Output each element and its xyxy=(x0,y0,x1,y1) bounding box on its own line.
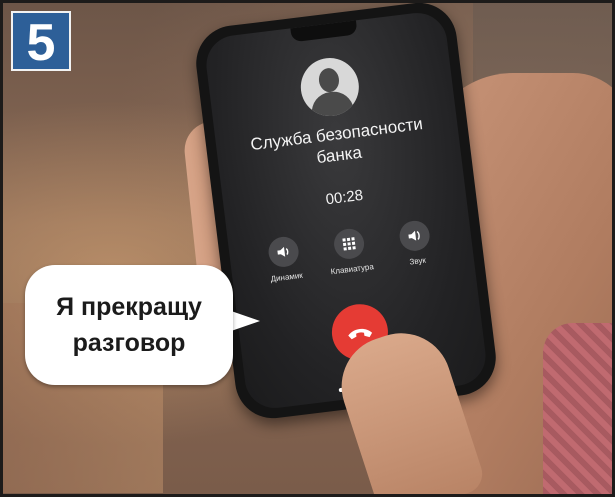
speaker-label: Динамик xyxy=(270,270,304,284)
speaker-control[interactable]: Динамик xyxy=(250,233,319,285)
sound-control[interactable]: Звук xyxy=(381,217,450,269)
sweater-sleeve xyxy=(543,323,612,494)
speech-line-2: разговор xyxy=(72,329,186,357)
call-timer: 00:28 xyxy=(324,186,365,209)
sound-label: Звук xyxy=(409,255,427,267)
avatar-head xyxy=(317,66,341,94)
speech-line-1: Я прекращу xyxy=(56,293,202,321)
smartphone: Служба безопасности банка 00:28 Динамик xyxy=(191,3,501,423)
sound-icon[interactable] xyxy=(397,219,432,253)
keypad-icon[interactable] xyxy=(332,227,366,261)
caller-name: Служба безопасности банка xyxy=(249,114,424,168)
call-screen: Служба безопасности банка 00:28 Динамик xyxy=(203,9,489,412)
step-number-badge: 5 xyxy=(11,11,71,72)
contact-avatar xyxy=(297,54,363,120)
illustration-frame: Служба безопасности банка 00:28 Динамик xyxy=(0,0,615,497)
phone-notch xyxy=(290,20,358,43)
speaker-icon[interactable] xyxy=(266,235,301,269)
keypad-control[interactable]: Клавиатура xyxy=(316,225,385,277)
keypad-label: Клавиатура xyxy=(330,262,375,277)
speech-bubble: Я прекращу разговор xyxy=(25,265,233,385)
avatar-body xyxy=(309,89,355,120)
